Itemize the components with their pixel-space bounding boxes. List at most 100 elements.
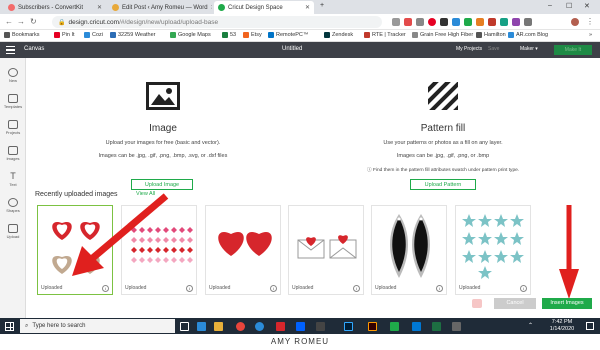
close-icon[interactable]: ✕ [208,4,212,11]
maximize-icon[interactable]: ☐ [566,2,572,10]
save-link[interactable]: Save [488,46,499,52]
bookmark-item[interactable]: Grain Free High Fiber [412,32,473,38]
bookmarks-bar: Bookmarks Pin It Cozi 32259 Weather Goog… [0,30,600,42]
extension-icon[interactable] [524,18,532,26]
extension-icon[interactable] [476,18,484,26]
tab-edit-post[interactable]: Edit Post ‹ Amy Romeu — Word ✕ [108,1,212,14]
window-close-icon[interactable]: ✕ [584,2,590,10]
sidebar-item-shapes[interactable]: Shapes [0,198,26,213]
star-icon[interactable] [392,18,400,26]
pattern-desc: Use your patterns or photos as a fill on… [383,140,503,146]
cricut-icon[interactable] [390,322,399,331]
illustrator-icon[interactable] [368,322,377,331]
envelopes-thumbnail [297,235,357,259]
tab-convertkit[interactable]: Subscribers - ConvertKit ✕ [4,1,106,14]
uploaded-image-card[interactable]: Uploaded i [455,205,531,295]
bookmark-item[interactable]: 32259 Weather [110,32,156,38]
windows-start-icon[interactable] [5,322,14,331]
outlook-icon[interactable] [412,322,421,331]
make-it-button[interactable]: Make It [554,45,592,55]
my-projects-link[interactable]: My Projects [456,46,482,52]
sidebar-item-images[interactable]: Images [0,146,26,161]
app-icon[interactable] [316,322,325,331]
bookmark-item[interactable]: Bookmarks [4,32,40,38]
reload-icon[interactable]: ↻ [30,17,37,26]
info-icon[interactable]: i [102,285,109,292]
info-icon[interactable]: i [270,285,277,292]
uploaded-image-card[interactable]: Uploaded i [288,205,364,295]
extension-icon[interactable] [440,18,448,26]
ie-icon[interactable] [255,322,264,331]
url-domain: design.cricut.com [68,18,120,26]
bookmarks-more[interactable]: » [589,32,592,38]
chrome-icon[interactable] [236,322,245,331]
windows-taskbar: ⌕ Type here to search ⌃ 7:42 PM 1/14/202… [0,318,600,334]
bookmark-item[interactable]: Google Maps [170,32,211,38]
cancel-button[interactable]: Cancel [494,298,536,309]
info-icon[interactable]: i [353,285,360,292]
upload-pattern-button[interactable]: Upload Pattern [410,179,476,190]
edge-icon[interactable] [197,322,206,331]
bookmark-item[interactable]: Cozi [84,32,103,38]
extension-icon[interactable] [500,18,508,26]
extension-icon[interactable] [464,18,472,26]
photoshop-icon[interactable] [344,322,353,331]
pinterest-icon[interactable] [428,18,436,26]
bookmark-item[interactable]: RTE | Tracker [364,32,406,38]
sidebar-item-upload[interactable]: Upload [0,224,26,239]
bookmark-item[interactable]: Zendesk [324,32,353,38]
sidebar-item-new[interactable]: New [0,68,26,83]
pattern-hint: ⓘ Find them in the pattern fill attribut… [366,168,520,173]
extension-icon[interactable] [452,18,460,26]
sidebar-item-templates[interactable]: Templates [0,94,26,109]
clock[interactable]: 7:42 PM 1/14/2020 [544,319,580,333]
taskbar-search[interactable]: ⌕ Type here to search [20,319,175,333]
minimize-icon[interactable]: – [548,2,552,9]
info-icon[interactable]: i [186,285,193,292]
uploaded-image-card[interactable]: Uploaded i [371,205,447,295]
close-icon[interactable]: ✕ [302,4,310,11]
task-view-icon[interactable] [180,322,189,331]
excel-icon[interactable] [432,322,441,331]
app-icon[interactable] [452,322,461,331]
convertkit-icon [8,4,15,11]
file-explorer-icon[interactable] [214,322,223,331]
image-desc: Upload your images for free (basic and v… [105,140,221,146]
hamburger-menu-icon[interactable] [6,46,15,54]
app-icon[interactable] [276,322,285,331]
bookmark-item[interactable]: Pin It [54,32,75,38]
extension-icon[interactable] [404,18,412,26]
dropbox-icon[interactable] [296,322,305,331]
back-icon[interactable]: ← [5,17,13,26]
forward-icon[interactable]: → [17,17,25,26]
red-arrow-annotation [72,193,169,276]
bookmark-item[interactable]: Hamilton [476,32,506,38]
two-hearts-thumbnail [218,232,272,256]
tray-chevron-icon[interactable]: ⌃ [528,322,533,329]
info-icon[interactable]: i [436,285,443,292]
tab-cricut[interactable]: Cricut Design Space ✕ [214,1,314,14]
bookmark-item[interactable]: RemotePC™ [268,32,308,38]
extension-icon[interactable] [488,18,496,26]
extension-icon[interactable] [512,18,520,26]
bookmark-item[interactable]: Etsy [243,32,262,38]
kebab-menu-icon[interactable]: ⋮ [586,17,594,26]
earrings-thumbnail [390,214,430,278]
url-field[interactable]: 🔒 design.cricut.com /#/design/new/upload… [52,16,382,28]
close-icon[interactable]: ✕ [94,4,102,11]
upload-image-button[interactable]: Upload Image [131,179,193,190]
url-path: /#/design/new/upload/upload-base [119,18,219,26]
uploaded-image-card[interactable]: Uploaded i [205,205,281,295]
bookmark-item[interactable]: AR.com Blog [508,32,548,38]
extension-icon[interactable] [416,18,424,26]
avatar[interactable] [571,18,579,26]
insert-images-button[interactable]: Insert Images [542,298,592,309]
notification-icon[interactable] [586,322,594,330]
machine-select[interactable]: Maker ▾ [520,46,538,52]
info-icon[interactable]: i [520,285,527,292]
sidebar-item-text[interactable]: T Text [0,171,26,188]
sidebar-item-projects[interactable]: Projects [0,120,26,135]
new-tab-button[interactable]: + [320,2,324,9]
text-icon: T [10,171,16,181]
bookmark-item[interactable]: 53 [222,32,236,38]
